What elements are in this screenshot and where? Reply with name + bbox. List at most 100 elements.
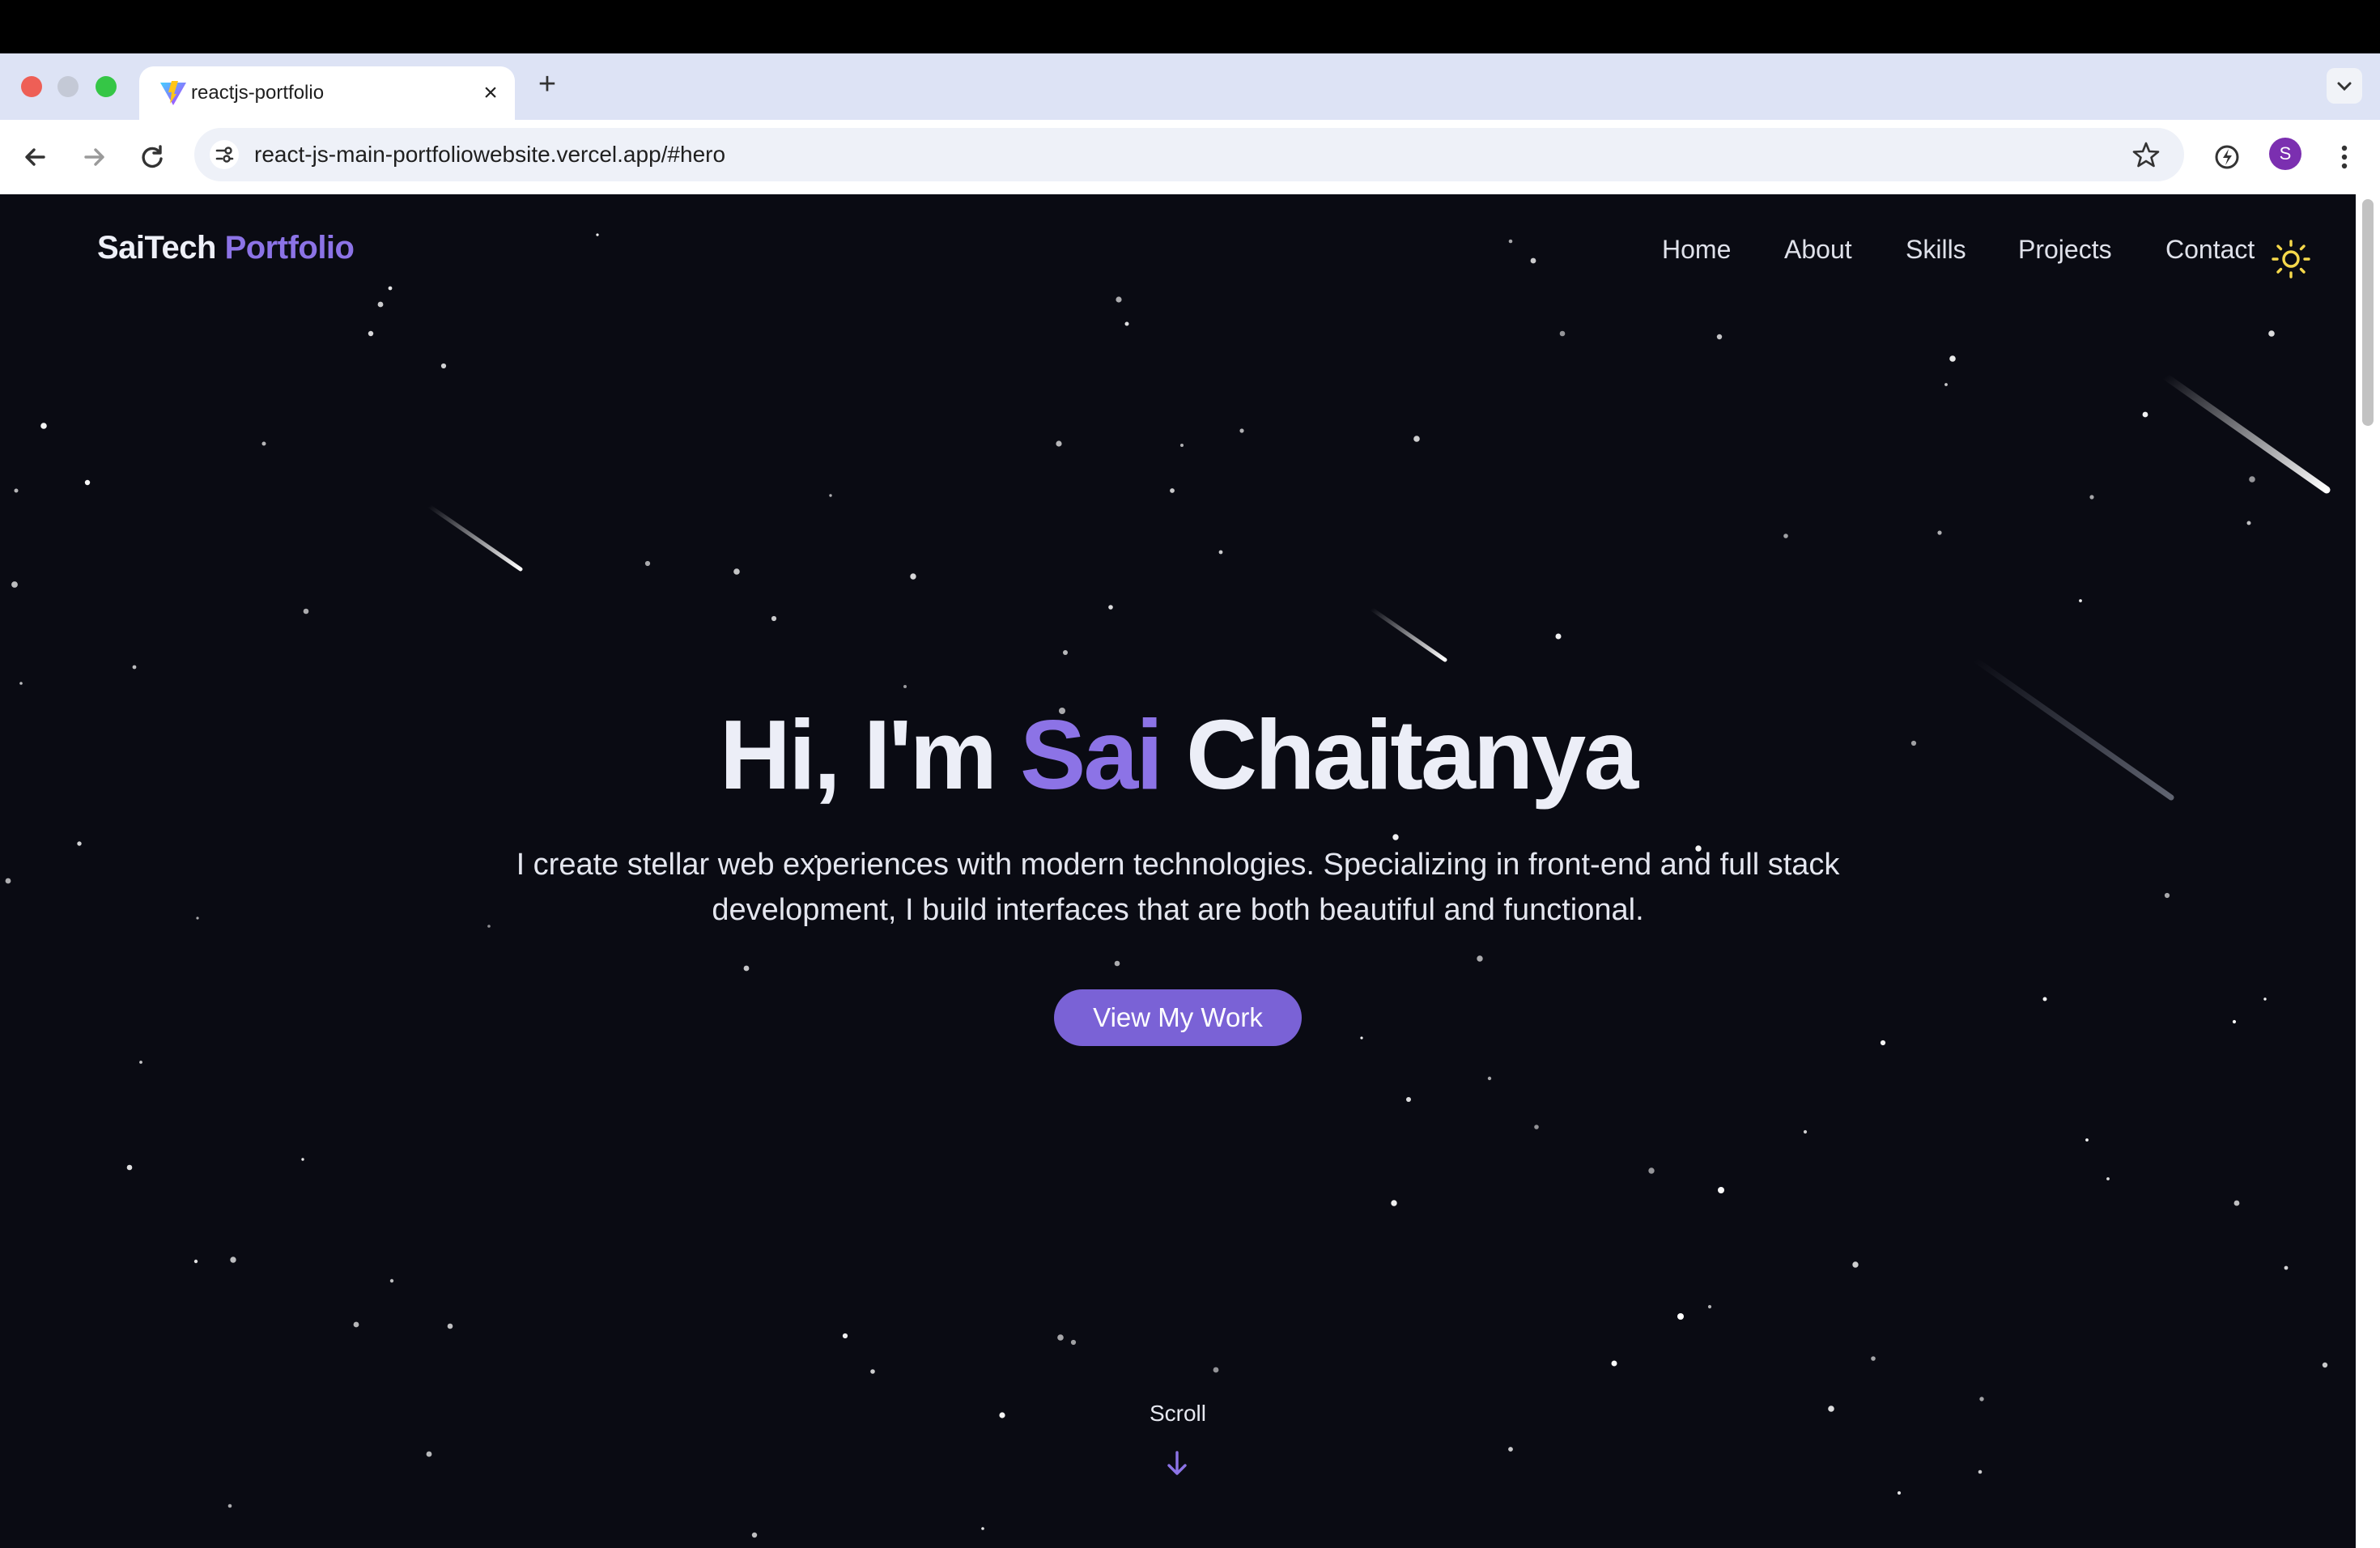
nav-home[interactable]: Home bbox=[1662, 235, 1731, 265]
star bbox=[1477, 955, 1483, 962]
arrow-down-icon[interactable] bbox=[1163, 1448, 1191, 1480]
star bbox=[388, 286, 393, 291]
star bbox=[1978, 1469, 1983, 1474]
view-my-work-button[interactable]: View My Work bbox=[1054, 989, 1302, 1046]
star bbox=[14, 488, 19, 493]
close-window-button[interactable] bbox=[21, 76, 42, 97]
star bbox=[842, 1333, 848, 1339]
hero-description: I create stellar web experiences with mo… bbox=[516, 848, 1840, 927]
reload-icon[interactable] bbox=[136, 141, 168, 173]
scrollbar-thumb[interactable] bbox=[2362, 199, 2374, 426]
star bbox=[353, 1321, 359, 1328]
nav-about[interactable]: About bbox=[1784, 235, 1852, 265]
star bbox=[870, 1369, 875, 1374]
star bbox=[261, 441, 266, 446]
star bbox=[2085, 1138, 2089, 1142]
star bbox=[193, 1259, 198, 1264]
star bbox=[596, 233, 599, 236]
star bbox=[2079, 599, 2082, 602]
star bbox=[2322, 1362, 2328, 1368]
star bbox=[1392, 834, 1399, 840]
hero-greeting: Hi, I'm bbox=[719, 700, 997, 810]
star bbox=[227, 1503, 232, 1508]
star bbox=[230, 1257, 236, 1263]
star bbox=[751, 1532, 758, 1538]
star bbox=[389, 1278, 394, 1283]
vite-favicon-icon bbox=[160, 81, 186, 105]
site-logo[interactable]: SaiTech Portfolio bbox=[97, 230, 355, 266]
scroll-indicator-label[interactable]: Scroll bbox=[0, 1401, 2356, 1427]
tab-close-icon[interactable]: × bbox=[478, 80, 504, 106]
tab-title: reactjs-portfolio bbox=[191, 82, 325, 104]
star bbox=[1218, 550, 1223, 555]
star bbox=[1880, 1040, 1886, 1046]
star bbox=[77, 841, 82, 846]
menu-bar-area bbox=[0, 0, 2380, 53]
browser-tab-active[interactable]: reactjs-portfolio × bbox=[139, 66, 515, 120]
star bbox=[1803, 1129, 1808, 1134]
star bbox=[126, 1164, 133, 1171]
star bbox=[1534, 1125, 1539, 1129]
star bbox=[1944, 383, 1948, 386]
star bbox=[1530, 257, 1536, 264]
star bbox=[743, 965, 750, 972]
url-text[interactable]: react-js-main-portfoliowebsite.vercel.ap… bbox=[254, 128, 725, 181]
star bbox=[2142, 411, 2148, 418]
star bbox=[1783, 534, 1788, 538]
star bbox=[903, 685, 907, 688]
star bbox=[1555, 633, 1562, 640]
star bbox=[910, 573, 916, 580]
nav-contact[interactable]: Contact bbox=[2165, 235, 2255, 265]
star bbox=[139, 1061, 142, 1064]
tab-search-button[interactable] bbox=[2327, 68, 2362, 104]
star bbox=[426, 1451, 432, 1457]
maximize-window-button[interactable] bbox=[96, 76, 117, 97]
star bbox=[368, 330, 374, 337]
new-tab-button[interactable]: + bbox=[531, 68, 563, 100]
hero-title: Hi, I'm Sai Chaitanya bbox=[0, 698, 2356, 811]
star bbox=[5, 878, 11, 884]
star bbox=[829, 494, 832, 497]
kebab-menu-icon[interactable] bbox=[2328, 141, 2361, 173]
star bbox=[1707, 1304, 1712, 1309]
star bbox=[771, 615, 777, 622]
star bbox=[1406, 1097, 1411, 1102]
star bbox=[2042, 997, 2047, 1002]
star bbox=[1413, 436, 1420, 442]
nav-skills[interactable]: Skills bbox=[1906, 235, 1966, 265]
star bbox=[1239, 428, 1244, 433]
extension-icon[interactable] bbox=[2211, 141, 2243, 173]
shooting-star bbox=[427, 504, 523, 572]
minimize-window-button[interactable] bbox=[57, 76, 79, 97]
star bbox=[733, 568, 740, 575]
star bbox=[1559, 330, 1566, 337]
star bbox=[1108, 605, 1113, 610]
star bbox=[1871, 1356, 1876, 1361]
back-icon[interactable] bbox=[19, 141, 52, 173]
star bbox=[1124, 321, 1129, 326]
chevron-down-icon bbox=[2337, 82, 2352, 91]
sun-icon[interactable] bbox=[2270, 238, 2312, 280]
star bbox=[2263, 997, 2267, 1001]
shooting-star bbox=[1369, 606, 1447, 662]
star bbox=[2232, 1019, 2237, 1024]
forward-icon[interactable] bbox=[78, 141, 110, 173]
star-icon[interactable] bbox=[2131, 139, 2161, 170]
logo-main-text: SaiTech bbox=[97, 230, 216, 266]
star bbox=[301, 1158, 304, 1161]
star bbox=[2233, 1200, 2240, 1206]
star bbox=[447, 1323, 453, 1329]
star bbox=[1180, 444, 1184, 447]
star bbox=[2284, 1265, 2289, 1270]
site-settings-icon[interactable] bbox=[209, 139, 240, 170]
profile-avatar[interactable]: S bbox=[2269, 138, 2301, 170]
nav-projects[interactable]: Projects bbox=[2018, 235, 2112, 265]
star bbox=[2268, 330, 2275, 337]
star bbox=[377, 301, 384, 308]
address-bar[interactable]: react-js-main-portfoliowebsite.vercel.ap… bbox=[194, 128, 2184, 181]
star bbox=[1852, 1261, 1859, 1268]
star bbox=[2249, 476, 2255, 483]
star bbox=[1937, 530, 1942, 535]
star bbox=[2246, 521, 2251, 525]
page-scrollbar[interactable] bbox=[2356, 194, 2380, 1548]
